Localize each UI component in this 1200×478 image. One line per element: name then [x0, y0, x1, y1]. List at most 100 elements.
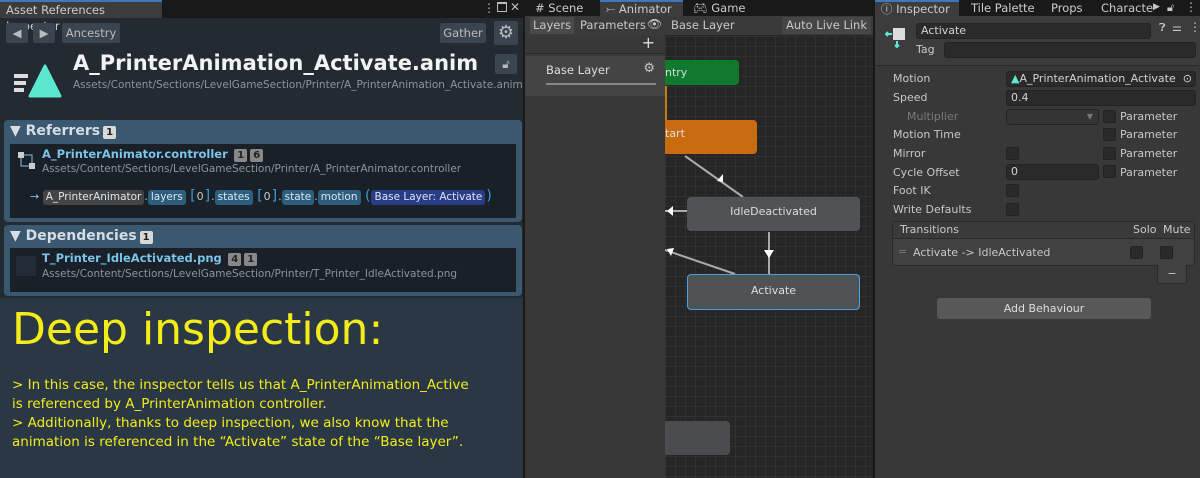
help-icon[interactable]: ❓︎ — [1159, 21, 1166, 35]
mirror-parameter-checkbox[interactable] — [1103, 147, 1116, 160]
collapse-triangle-icon[interactable]: ▼ — [10, 123, 21, 139]
layer-weight-bar — [546, 83, 656, 85]
eye-icon[interactable]: 👁︎ — [647, 17, 662, 31]
asset-references-panel: Asset References Inspector ⋮ ✕ ◀ ▶ Ances… — [0, 0, 523, 478]
tab-scene[interactable]: # Scene — [529, 0, 589, 16]
inspector-header: Activate ❓︎ ⚌ ⋮ Tag — [875, 16, 1200, 66]
foot-ik-checkbox[interactable] — [1006, 184, 1019, 197]
start-node[interactable]: tart — [665, 120, 757, 154]
cycle-offset-input[interactable]: 0 — [1006, 164, 1099, 180]
lock-icon[interactable]: 🔓︎ — [1167, 1, 1174, 15]
presets-sliders-icon[interactable]: ⚌ — [1172, 21, 1182, 34]
breadcrumb-base-layer[interactable]: Base Layer — [671, 17, 735, 34]
speed-input[interactable]: 0.4 — [1006, 90, 1196, 106]
asset-title: A_PrinterAnimation_Activate.anim — [73, 51, 479, 75]
referrers-section: ▼ Referrers 1 A_PrinterAnimator.controlle… — [4, 120, 522, 222]
maximize-icon[interactable] — [497, 2, 507, 12]
tab-props[interactable]: Props — [1045, 0, 1089, 16]
state-node-activate[interactable]: Activate — [687, 274, 860, 310]
more-icon[interactable]: ⋮ — [1185, 0, 1197, 14]
mirror-checkbox[interactable] — [1006, 147, 1019, 160]
state-node-idle-deactivated[interactable]: IdleDeactivated — [687, 197, 860, 231]
tab-animator[interactable]: ⤚ Animator — [600, 0, 683, 16]
annotation-note: Deep inspection: > In this case, the ins… — [0, 298, 523, 478]
solo-header: Solo — [1133, 223, 1157, 236]
note-body: > In this case, the inspector tells us t… — [12, 376, 469, 452]
tab-inspector[interactable]: ⓘ Inspector — [875, 0, 959, 16]
asset-path: Assets/Content/Sections/LevelGameSection… — [73, 79, 523, 91]
badge: 4 — [228, 253, 242, 266]
remove-transition-button[interactable]: − — [1157, 265, 1187, 284]
state-node[interactable] — [665, 421, 730, 455]
solo-checkbox[interactable] — [1130, 246, 1143, 259]
parameters-tab[interactable]: Parameters — [577, 17, 649, 34]
collapse-triangle-icon[interactable]: ▼ — [10, 228, 21, 244]
add-behaviour-button[interactable]: Add Behaviour — [937, 298, 1151, 319]
back-button[interactable]: ◀ — [6, 23, 28, 43]
dependencies-header[interactable]: ▼ Dependencies 1 — [10, 228, 153, 244]
referrer-row[interactable]: A_PrinterAnimator.controller 16 Assets/C… — [10, 144, 516, 218]
chain-prop[interactable]: states — [214, 190, 253, 205]
mute-checkbox[interactable] — [1160, 246, 1173, 259]
dependency-name-link[interactable]: T_Printer_IdleActivated.png — [42, 251, 222, 265]
multiplier-parameter-checkbox[interactable] — [1103, 110, 1116, 123]
tab-characters[interactable]: Characte — [1095, 0, 1159, 16]
tab-game[interactable]: 🎮︎ Game — [687, 0, 752, 16]
parameter-label: Parameter — [1120, 110, 1178, 123]
state-machine-graph[interactable]: ntry tart IdleDeactivated Activate — [665, 36, 873, 478]
tab-label: Animator — [618, 2, 672, 16]
cycle-offset-parameter-checkbox[interactable] — [1103, 165, 1116, 178]
dependency-row[interactable]: T_Printer_IdleActivated.png 41 Assets/Co… — [10, 248, 516, 292]
transitions-list: Transitions Solo Mute = Activate -> Idle… — [892, 221, 1195, 266]
more-icon[interactable]: ⋮ — [1189, 20, 1200, 34]
layer-settings-gear-icon[interactable]: ⚙ — [643, 61, 655, 76]
referrer-name-link[interactable]: A_PrinterAnimator.controller — [42, 147, 228, 161]
entry-node[interactable]: ntry — [665, 60, 739, 85]
auto-live-link-button[interactable]: Auto Live Link — [781, 17, 871, 34]
tab-bar: ⓘ Inspector Tile Palette Props Characte … — [875, 0, 1200, 16]
chain-index: 0 — [196, 190, 204, 203]
tab-asset-references[interactable]: Asset References Inspector — [0, 0, 162, 33]
object-picker-icon[interactable]: ⊙ — [1183, 72, 1192, 86]
close-icon[interactable]: ✕ — [510, 0, 520, 14]
speed-label: Speed — [893, 91, 928, 104]
chain-prop[interactable]: layers — [147, 190, 186, 205]
tab-overflow-arrow-icon[interactable]: ▶ — [1153, 2, 1160, 12]
motion-object-field[interactable]: ▲A_PrinterAnimation_Activate ⊙ — [1006, 71, 1196, 87]
transitions-title: Transitions — [900, 223, 959, 236]
layers-tab[interactable]: Layers — [530, 17, 575, 34]
state-name-input[interactable]: Activate — [916, 23, 1151, 39]
ancestry-button[interactable]: Ancestry — [62, 23, 120, 43]
layers-list-header: + — [525, 33, 665, 54]
layers-list: + Base Layer ⚙ — [525, 33, 665, 478]
tag-input[interactable] — [944, 42, 1196, 58]
note-line: > Additionally, thanks to deep inspectio… — [12, 415, 449, 431]
transition-item[interactable]: = Activate -> IdleActivated — [893, 240, 1194, 265]
write-defaults-checkbox[interactable] — [1006, 203, 1019, 216]
tab-bar: Asset References Inspector ⋮ ✕ — [0, 0, 523, 33]
settings-gear-icon[interactable]: ⚙ — [494, 21, 518, 45]
gather-button[interactable]: Gather — [440, 23, 486, 43]
dependencies-section: ▼ Dependencies 1 T_Printer_IdleActivated.… — [4, 225, 522, 296]
transition-label: Activate -> IdleActivated — [913, 246, 1051, 259]
note-heading: Deep inspection: — [12, 304, 384, 355]
more-icon[interactable]: ⋮ — [483, 1, 495, 15]
transition-arrow-icon — [764, 250, 774, 258]
mute-header: Mute — [1163, 223, 1191, 236]
chain-prop[interactable]: motion — [317, 190, 361, 205]
drag-handle-icon[interactable]: = — [898, 245, 907, 258]
chain-prop[interactable]: state — [281, 190, 315, 205]
layer-item[interactable]: Base Layer ⚙ — [525, 56, 665, 96]
dependency-path: Assets/Content/Sections/LevelGameSection… — [42, 268, 458, 280]
referrers-header[interactable]: ▼ Referrers 1 — [10, 123, 117, 139]
parameter-label: Parameter — [1120, 147, 1178, 160]
motion-time-parameter-checkbox[interactable] — [1103, 128, 1116, 141]
lock-icon[interactable]: 🔓︎ — [495, 54, 517, 74]
add-layer-plus-icon[interactable]: + — [642, 33, 655, 52]
forward-button[interactable]: ▶ — [33, 23, 55, 43]
animator-toolbar: Layers Parameters 👁︎ Base Layer Auto Liv… — [525, 16, 873, 35]
tab-label: Scene — [548, 1, 584, 15]
tab-tile-palette[interactable]: Tile Palette — [965, 0, 1041, 16]
chain-root[interactable]: A_PrinterAnimator — [42, 190, 145, 205]
chain-result[interactable]: Base Layer: Activate — [371, 190, 486, 205]
